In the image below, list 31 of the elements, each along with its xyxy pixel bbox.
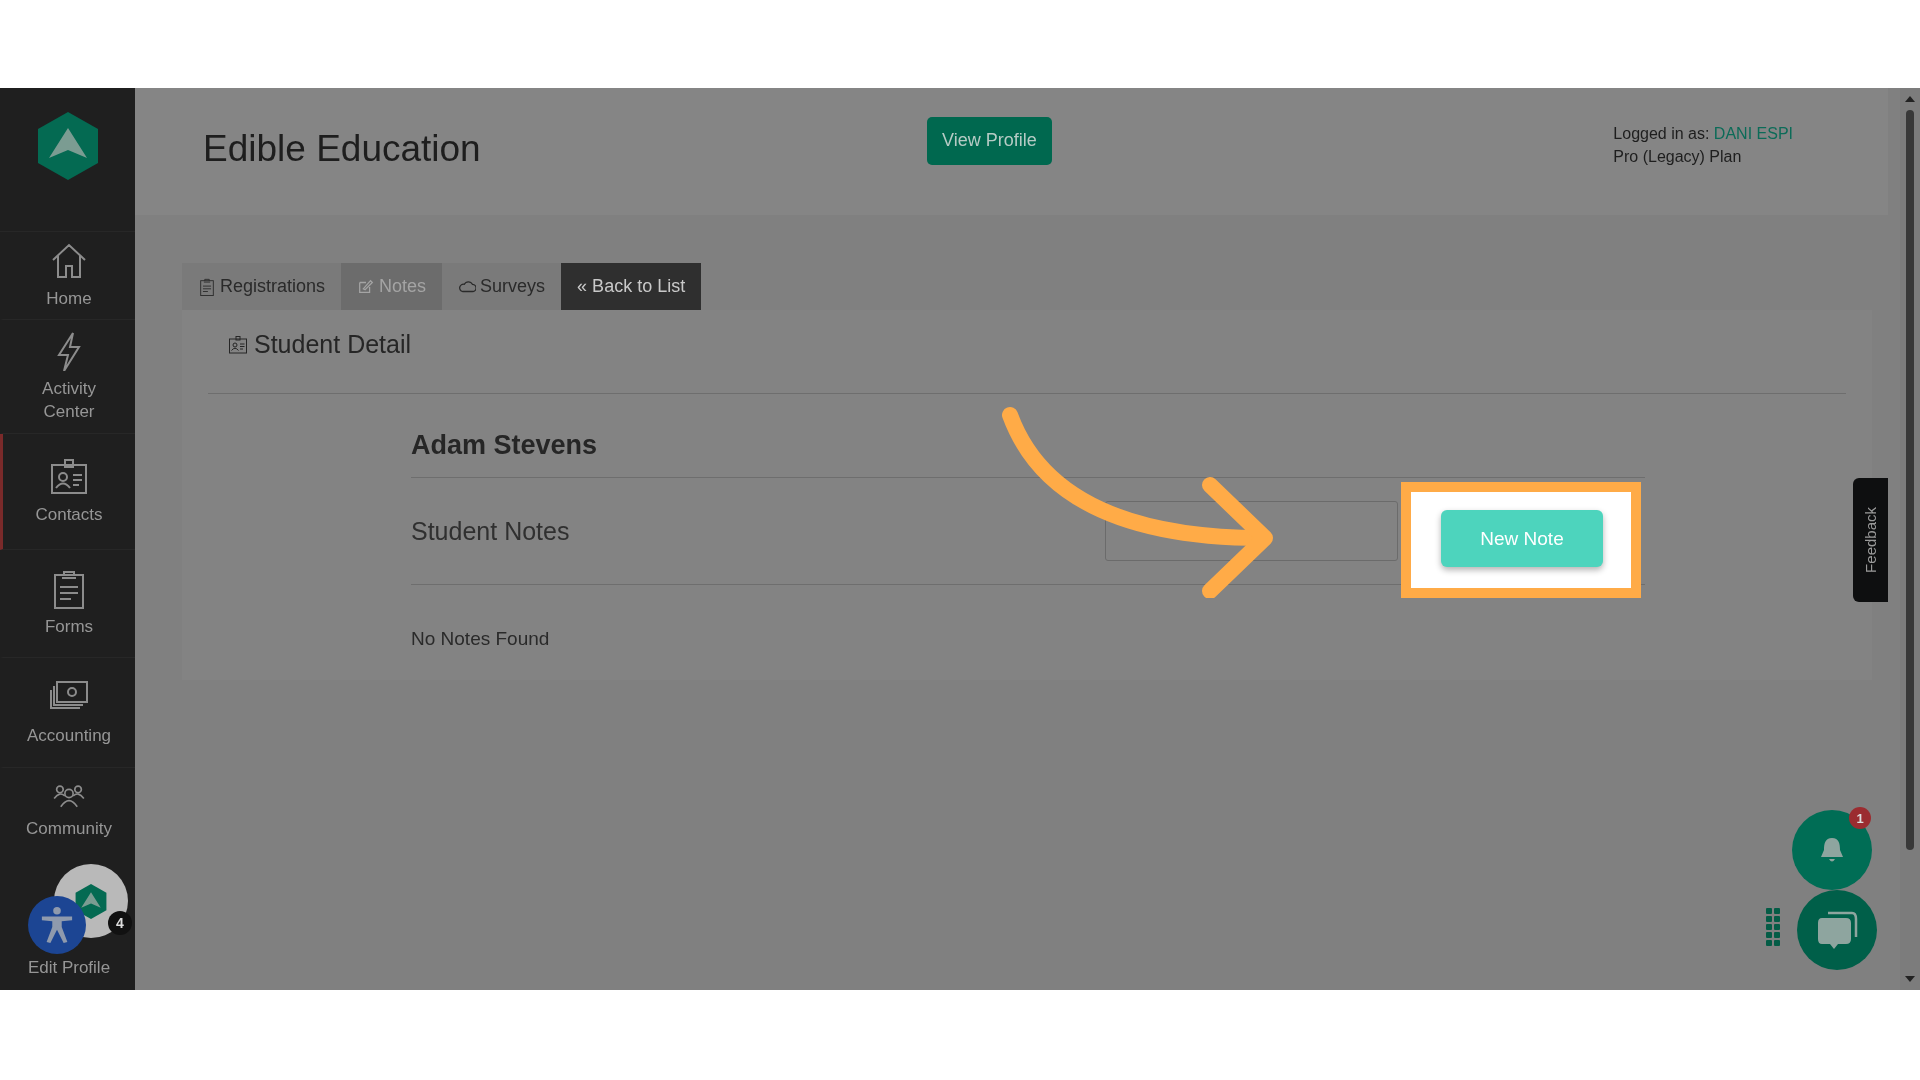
sidebar-item[interactable]: Forms [0, 550, 135, 658]
sidebar-item[interactable]: Accounting [0, 658, 135, 768]
tab[interactable]: Surveys [442, 263, 562, 310]
notes-heading: Student Notes [411, 516, 570, 546]
sidebar-item[interactable]: Activity Center [0, 320, 135, 434]
empty-message: No Notes Found [411, 627, 551, 650]
student-name: Adam Stevens [411, 429, 599, 462]
logo-icon [73, 882, 109, 920]
person-icon [41, 907, 73, 943]
tab[interactable]: Registrations [182, 263, 342, 310]
grid-icon [1766, 908, 1780, 946]
clipboard-icon [198, 277, 216, 296]
sidebar-item[interactable]: Contacts [0, 434, 135, 550]
logged-in-text: Logged in as: DANI ESPI [1613, 123, 1793, 144]
search-field[interactable] [1105, 501, 1398, 561]
sidebar-item[interactable]: Edit Profile [0, 954, 135, 980]
notification-badge: 1 [1849, 807, 1871, 829]
contact-card-icon [228, 334, 248, 355]
chat-icon [1816, 909, 1858, 951]
plan-text: Pro (Legacy) Plan [1613, 146, 1743, 167]
edit-icon [357, 277, 376, 296]
page-title: Edible Education [203, 127, 482, 171]
feedback-tab[interactable]: Feedback [1853, 478, 1888, 602]
view-profile-button[interactable]: View Profile [927, 116, 1052, 165]
sidebar-item[interactable]: Community [0, 768, 135, 840]
section-title: Student Detail [254, 330, 412, 359]
bell-icon [1819, 836, 1845, 864]
scrollbar[interactable] [1900, 88, 1920, 990]
contact-card-icon [49, 457, 89, 497]
sidebar-item[interactable]: Home [0, 232, 135, 320]
back-to-list-button[interactable]: « Back to List [561, 263, 702, 310]
